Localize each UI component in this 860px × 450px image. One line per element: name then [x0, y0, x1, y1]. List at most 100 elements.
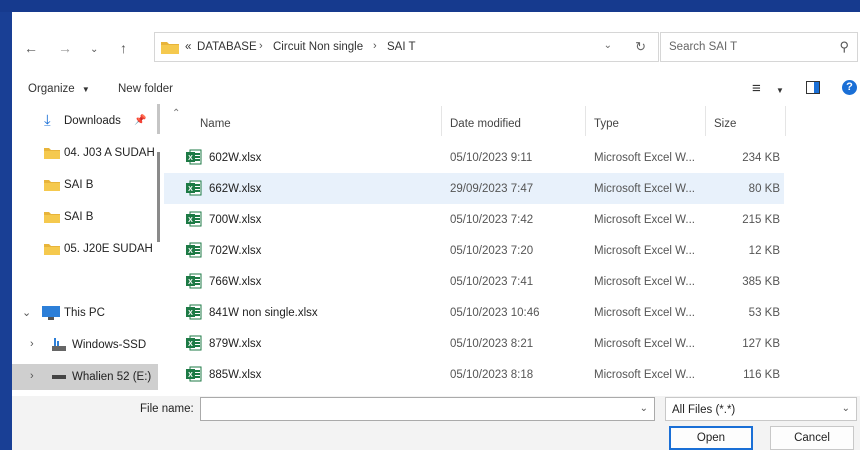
excel-file-icon: X — [186, 180, 202, 196]
file-row[interactable]: X 879W.xlsx 05/10/2023 8:21 Microsoft Excel… — [164, 328, 784, 359]
nav-scrollbar-thumb[interactable] — [157, 152, 160, 242]
chevron-right-icon[interactable]: › — [30, 370, 34, 382]
file-row[interactable]: X 841W non single.xlsx 05/10/2023 10:46 Mic… — [164, 297, 784, 328]
nav-item-whalien-52[interactable]: › Whalien 52 (E:) — [12, 364, 158, 390]
folder-icon — [44, 180, 60, 191]
organize-button[interactable]: Organize ▼ — [28, 83, 90, 95]
folder-icon — [44, 148, 60, 159]
chevron-right-icon[interactable]: › — [30, 338, 34, 350]
address-dropdown-icon[interactable]: ⌄ — [604, 40, 612, 51]
nav-item-label: Windows-SSD — [72, 339, 147, 351]
svg-text:X: X — [188, 279, 193, 286]
excel-file-icon: X — [186, 242, 202, 258]
file-name: 702W.xlsx — [209, 245, 262, 257]
new-folder-button[interactable]: New folder — [118, 83, 173, 95]
up-arrow-icon[interactable]: ↑ — [120, 40, 127, 56]
file-row[interactable]: X 885W.xlsx 05/10/2023 8:18 Microsoft Excel… — [164, 359, 784, 390]
file-date-modified: 05/10/2023 8:21 — [450, 338, 534, 350]
file-name: 662W.xlsx — [209, 183, 262, 195]
file-size: 116 KB — [743, 369, 780, 381]
open-button[interactable]: Open — [669, 426, 753, 450]
file-type-filter-value: All Files (*.*) — [672, 404, 736, 416]
open-file-dialog: ← → ⌄ ↑ « DATABASE › Circuit Non single … — [12, 12, 860, 450]
nav-item-sai-b[interactable]: SAI B — [12, 172, 158, 198]
excel-file-icon: X — [186, 211, 202, 227]
file-row[interactable]: X 662W.xlsx 29/09/2023 7:47 Microsoft Excel… — [164, 173, 784, 204]
nav-item-sai-b-2[interactable]: SAI B — [12, 204, 158, 230]
file-date-modified: 05/10/2023 10:46 — [450, 307, 540, 319]
excel-file-icon: X — [186, 273, 202, 289]
forward-arrow-icon[interactable]: → — [58, 40, 72, 56]
nav-item-label: This PC — [64, 307, 105, 319]
help-icon[interactable]: ? — [842, 80, 857, 95]
desktop-background-left — [0, 12, 12, 450]
breadcrumb-separator-icon[interactable]: › — [259, 40, 263, 52]
breadcrumb-sai-t[interactable]: SAI T — [387, 41, 416, 53]
file-date-modified: 29/09/2023 7:47 — [450, 183, 534, 195]
file-name-input[interactable]: ⌄ — [200, 397, 655, 421]
file-row[interactable]: X 766W.xlsx 05/10/2023 7:41 Microsoft Excel… — [164, 266, 784, 297]
file-list: Name ⌃ Date modified Type Size X 602W.xls… — [164, 106, 860, 396]
nav-scrollbar-track[interactable] — [157, 104, 160, 134]
download-icon: ⤓ — [44, 112, 51, 129]
file-type-filter[interactable]: All Files (*.*) ⌄ — [665, 397, 857, 421]
nav-item-downloads[interactable]: ⤓ Downloads 📌 — [12, 108, 158, 134]
navigation-pane: ⤓ Downloads 📌 04. J03 A SUDAH SAI B SAI … — [12, 106, 158, 396]
file-row[interactable]: X 700W.xlsx 05/10/2023 7:42 Microsoft Excel… — [164, 204, 784, 235]
file-size: 385 KB — [742, 276, 780, 288]
file-type: Microsoft Excel W... — [594, 276, 695, 288]
file-row[interactable]: X 702W.xlsx 05/10/2023 7:20 Microsoft Excel… — [164, 235, 784, 266]
column-header-label: Name — [200, 118, 231, 130]
nav-item-label: Whalien 52 (E:) — [72, 371, 152, 383]
nav-item-this-pc[interactable]: ⌄ This PC — [12, 300, 158, 326]
excel-file-icon: X — [186, 149, 202, 165]
refresh-icon[interactable]: ↻ — [635, 39, 646, 55]
file-type: Microsoft Excel W... — [594, 214, 695, 226]
view-chevron-down-icon[interactable]: ▼ — [776, 86, 784, 95]
folder-icon — [44, 244, 60, 255]
preview-pane-icon[interactable] — [806, 81, 820, 94]
column-header-size[interactable]: Size — [706, 106, 786, 136]
file-type: Microsoft Excel W... — [594, 369, 695, 381]
breadcrumb-database[interactable]: DATABASE — [197, 41, 257, 53]
address-bar[interactable]: « DATABASE › Circuit Non single › SAI T … — [154, 32, 659, 62]
search-icon[interactable]: ⚲ — [839, 39, 849, 55]
excel-file-icon: X — [186, 366, 202, 382]
filter-dropdown-icon[interactable]: ⌄ — [842, 403, 850, 414]
back-arrow-icon[interactable]: ← — [24, 40, 38, 56]
monitor-icon — [42, 306, 60, 320]
file-row[interactable]: X 602W.xlsx 05/10/2023 9:11 Microsoft Excel… — [164, 142, 784, 173]
file-size: 215 KB — [742, 214, 780, 226]
pin-icon[interactable]: 📌 — [134, 115, 146, 126]
nav-item-04-j03[interactable]: 04. J03 A SUDAH — [12, 140, 158, 166]
file-name-dropdown-icon[interactable]: ⌄ — [640, 403, 648, 414]
column-header-name[interactable]: Name ⌃ — [164, 106, 442, 136]
file-type: Microsoft Excel W... — [594, 152, 695, 164]
nav-item-label: Downloads — [64, 115, 121, 127]
nav-item-label: 05. J20E SUDAH — [64, 243, 153, 255]
recent-locations-chevron-icon[interactable]: ⌄ — [90, 42, 98, 58]
search-box[interactable]: Search SAI T ⚲ — [660, 32, 858, 62]
column-header-date[interactable]: Date modified — [442, 106, 586, 136]
file-type: Microsoft Excel W... — [594, 245, 695, 257]
svg-text:X: X — [188, 186, 193, 193]
view-options-icon[interactable]: ≡ — [752, 80, 761, 97]
breadcrumb-circuit-non-single[interactable]: Circuit Non single — [273, 41, 363, 53]
search-placeholder[interactable]: Search SAI T — [669, 41, 737, 53]
nav-item-05-j20e[interactable]: 05. J20E SUDAH — [12, 236, 158, 262]
column-header-type[interactable]: Type — [586, 106, 706, 136]
file-date-modified: 05/10/2023 8:18 — [450, 369, 534, 381]
cancel-button[interactable]: Cancel — [770, 426, 854, 450]
file-name: 766W.xlsx — [209, 276, 262, 288]
file-name: 700W.xlsx — [209, 214, 262, 226]
svg-text:X: X — [188, 310, 193, 317]
file-type: Microsoft Excel W... — [594, 183, 695, 195]
file-date-modified: 05/10/2023 7:42 — [450, 214, 534, 226]
breadcrumb-separator-icon[interactable]: › — [373, 40, 377, 52]
breadcrumb-overflow[interactable]: « — [185, 41, 191, 53]
svg-text:X: X — [188, 372, 193, 379]
chevron-down-icon[interactable]: ⌄ — [22, 306, 31, 319]
excel-file-icon: X — [186, 304, 202, 320]
nav-item-windows-ssd[interactable]: › Windows-SSD — [12, 332, 158, 358]
file-name-label: File name: — [140, 403, 194, 415]
